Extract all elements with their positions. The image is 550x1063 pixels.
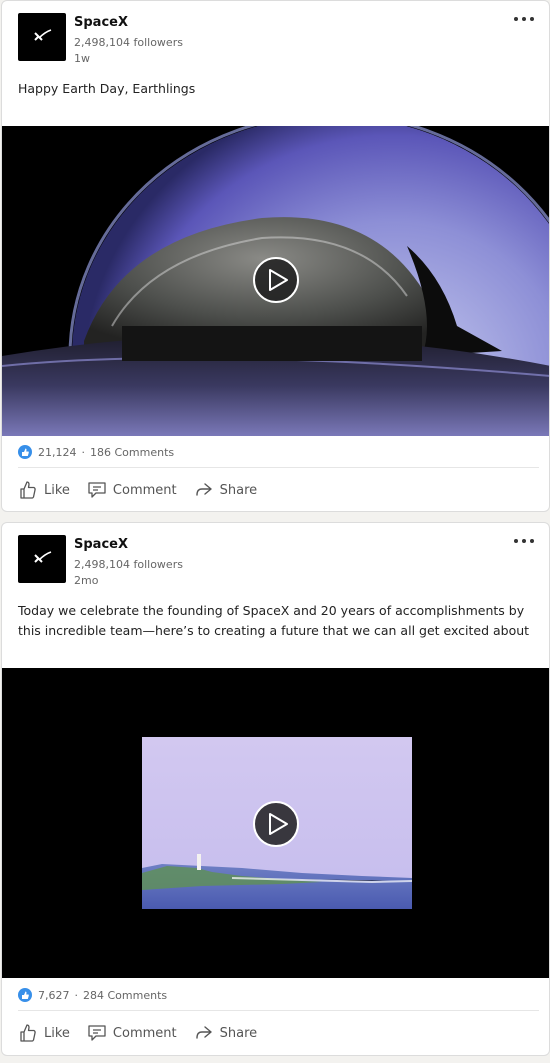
follower-count: 2,498,104 followers — [74, 36, 183, 49]
company-avatar[interactable] — [18, 13, 66, 61]
action-bar: Like Comment Share — [18, 1018, 274, 1048]
play-button[interactable] — [253, 801, 299, 847]
post-header: SpaceX 2,498,104 followers 2mo — [2, 523, 549, 593]
share-label: Share — [219, 482, 258, 498]
reaction-count[interactable]: 21,124 — [38, 446, 77, 459]
spacex-logo-icon — [34, 29, 52, 41]
author-name[interactable]: SpaceX — [74, 537, 128, 552]
post-time: 1w — [74, 52, 90, 65]
like-label: Like — [44, 482, 70, 498]
feed-post: SpaceX 2,498,104 followers 2mo Today we … — [1, 522, 550, 1056]
comment-button[interactable]: Comment — [87, 1023, 177, 1043]
social-counts: 7,627 · 284 Comments — [18, 985, 167, 1005]
reaction-count[interactable]: 7,627 — [38, 989, 70, 1002]
share-button[interactable]: Share — [194, 1023, 258, 1043]
share-button[interactable]: Share — [194, 480, 258, 500]
reaction-like-icon — [18, 445, 32, 459]
post-time: 2mo — [74, 574, 99, 587]
comment-count[interactable]: 186 Comments — [90, 446, 174, 459]
company-avatar[interactable] — [18, 535, 66, 583]
spacex-logo-icon — [34, 551, 52, 563]
share-icon — [195, 1026, 212, 1039]
like-label: Like — [44, 1025, 70, 1041]
dot-separator: · — [81, 445, 86, 459]
like-button[interactable]: Like — [18, 1023, 70, 1043]
post-text: Today we celebrate the founding of Space… — [18, 603, 530, 638]
post-video[interactable] — [2, 126, 549, 436]
thumbs-up-icon — [20, 1024, 36, 1042]
social-counts: 21,124 · 186 Comments — [18, 442, 174, 462]
thumbs-up-icon — [20, 481, 36, 499]
divider — [18, 467, 539, 468]
share-label: Share — [219, 1025, 258, 1041]
author-name[interactable]: SpaceX — [74, 15, 128, 30]
follower-count: 2,498,104 followers — [74, 558, 183, 571]
action-bar: Like Comment Share — [18, 475, 274, 505]
post-header: SpaceX 2,498,104 followers 1w — [2, 1, 549, 71]
feed-post: SpaceX 2,498,104 followers 1w Happy Eart… — [1, 0, 550, 512]
post-text: Happy Earth Day, Earthlings — [18, 81, 196, 96]
divider — [18, 1010, 539, 1011]
play-button[interactable] — [253, 257, 299, 303]
comment-count[interactable]: 284 Comments — [83, 989, 167, 1002]
reaction-like-icon — [18, 988, 32, 1002]
more-icon[interactable] — [513, 11, 535, 27]
like-button[interactable]: Like — [18, 480, 70, 500]
comment-icon — [88, 1025, 106, 1041]
play-icon — [269, 813, 288, 835]
comment-icon — [88, 482, 106, 498]
more-icon[interactable] — [513, 533, 535, 549]
comment-label: Comment — [112, 482, 177, 498]
dot-separator: · — [74, 988, 79, 1002]
comment-label: Comment — [112, 1025, 177, 1041]
comment-button[interactable]: Comment — [87, 480, 177, 500]
play-icon — [269, 269, 288, 291]
share-icon — [195, 483, 212, 496]
post-video[interactable] — [2, 668, 549, 978]
